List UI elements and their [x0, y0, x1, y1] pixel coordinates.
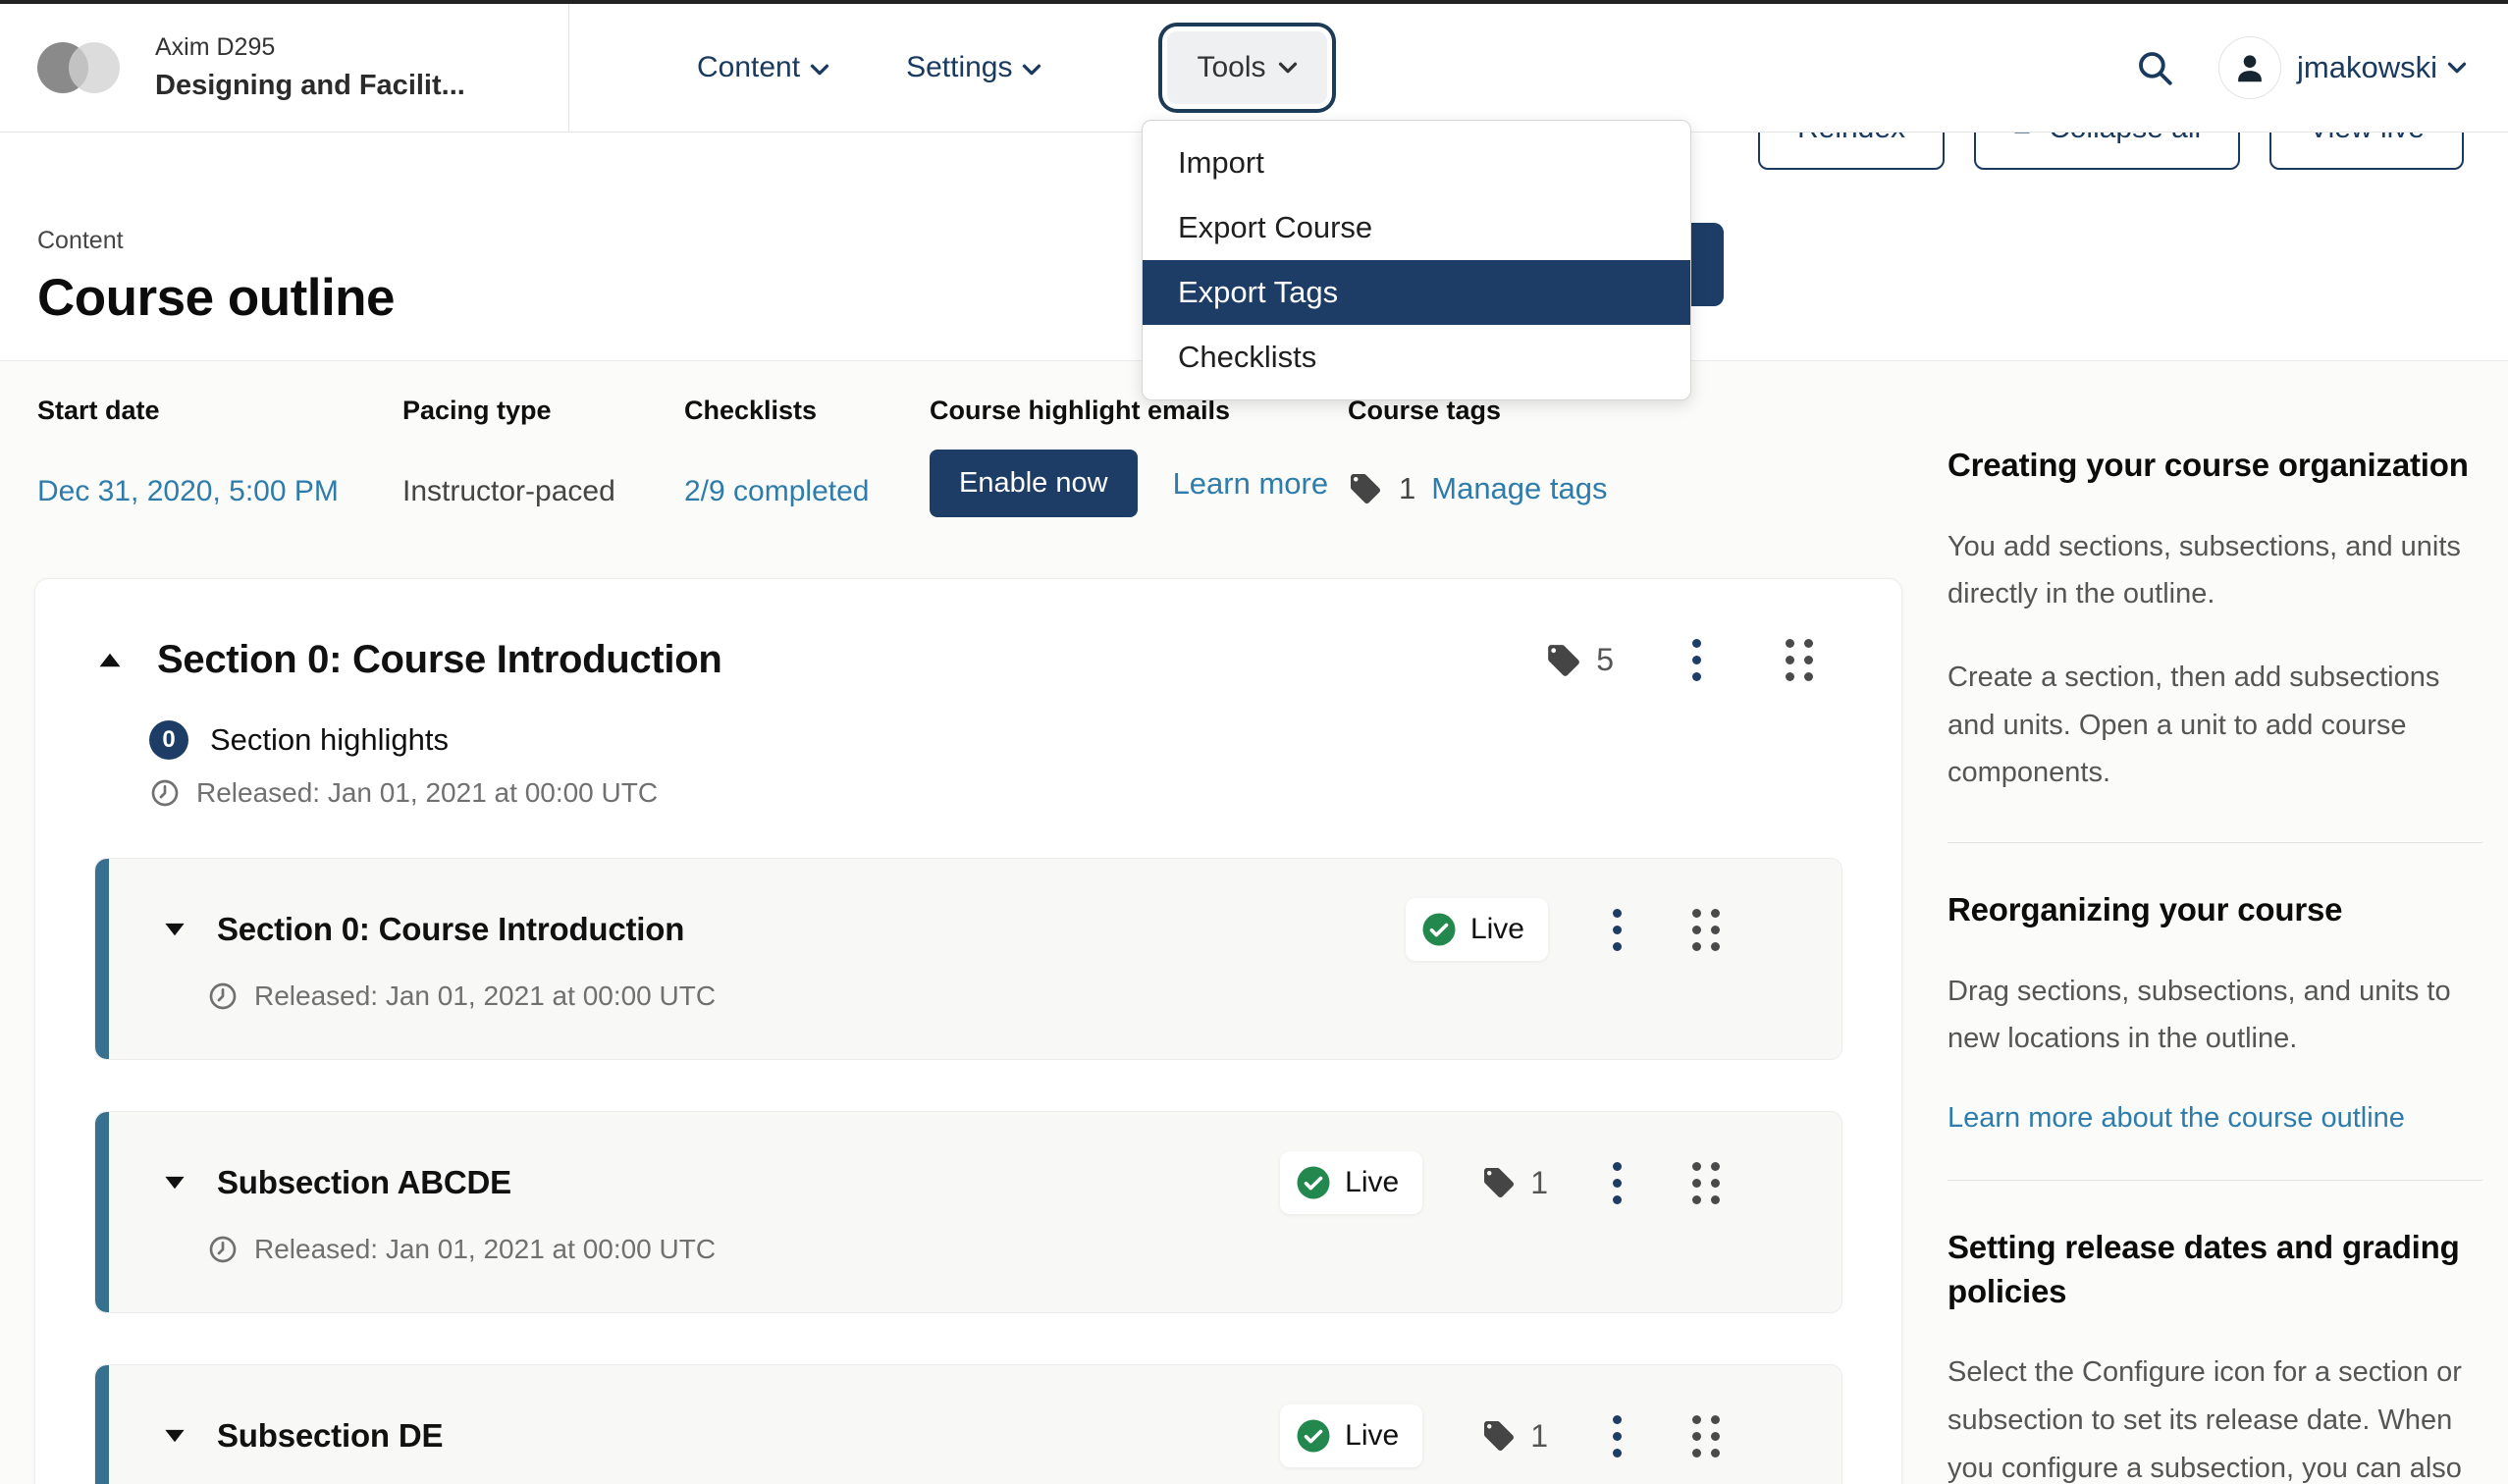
subsection-title: Subsection ABCDE	[217, 1164, 511, 1201]
learn-more-link[interactable]: Learn more	[1173, 466, 1329, 502]
course-outline-card: Section 0: Course Introduction 5 0 Secti…	[34, 578, 1902, 1484]
breadcrumb: Content	[37, 227, 124, 255]
course-tags-count: 1	[1399, 471, 1415, 506]
subsection-card: Section 0: Course Introduction Live Rele…	[94, 858, 1842, 1060]
help-section-organization: Creating your course organization You ad…	[1948, 444, 2482, 797]
subsection-drag-handle[interactable]	[1686, 1409, 1726, 1463]
section-menu-button[interactable]	[1686, 633, 1707, 687]
section-header: Section 0: Course Introduction 5	[94, 633, 1842, 687]
tag-icon	[1481, 1418, 1517, 1454]
subsection-card: Subsection DE Live 1 Released: Jan	[94, 1364, 1842, 1484]
course-name: Designing and Facilit...	[155, 68, 465, 103]
org-logo-icon	[37, 40, 128, 95]
pacing-type-label: Pacing type	[402, 396, 684, 426]
clock-icon	[207, 1234, 239, 1265]
tools-dropdown-menu: Import Export Course Export Tags Checkli…	[1142, 120, 1691, 400]
subsection-title: Section 0: Course Introduction	[217, 911, 684, 948]
checklists-link[interactable]: 2/9 completed	[684, 475, 869, 507]
manage-tags-link[interactable]: Manage tags	[1431, 471, 1607, 506]
help-paragraph: You add sections, subsections, and units…	[1948, 523, 2482, 618]
section-tag-count[interactable]: 5	[1545, 642, 1614, 679]
subsection-menu-button[interactable]	[1607, 1156, 1628, 1210]
subsection-tag-count[interactable]: 1	[1481, 1418, 1548, 1455]
start-date-label: Start date	[37, 396, 402, 426]
menu-item-import[interactable]: Import	[1143, 131, 1690, 195]
caret-down-icon	[164, 1428, 186, 1444]
subsection-card: Subsection ABCDE Live 1 Released: J	[94, 1111, 1842, 1313]
check-circle-icon	[1421, 912, 1457, 947]
pacing-type-value: Instructor-paced	[402, 475, 684, 508]
search-button[interactable]	[2134, 47, 2175, 88]
expand-subsection-button[interactable]	[160, 1424, 189, 1448]
help-heading: Creating your course organization	[1948, 444, 2482, 488]
person-icon	[2231, 49, 2268, 86]
chevron-down-icon	[2447, 61, 2467, 75]
subsection-released: Released: Jan 01, 2021 at 00:00 UTC	[207, 980, 1783, 1012]
caret-down-icon	[164, 922, 186, 937]
help-paragraph: Create a section, then add subsections a…	[1948, 654, 2482, 797]
subsection-drag-handle[interactable]	[1686, 1156, 1726, 1210]
avatar	[2218, 36, 2281, 99]
check-circle-icon	[1296, 1418, 1331, 1454]
help-section-release-dates: Setting release dates and grading polici…	[1948, 1226, 2482, 1484]
section-highlights[interactable]: 0 Section highlights	[149, 720, 1842, 760]
subsection-tag-count[interactable]: 1	[1481, 1165, 1548, 1201]
learn-more-outline-link[interactable]: Learn more about the course outline	[1948, 1102, 2405, 1135]
check-circle-icon	[1296, 1165, 1331, 1200]
status-badge: Live	[1280, 1151, 1422, 1214]
caret-up-icon	[98, 652, 122, 668]
help-paragraph: Drag sections, subsections, and units to…	[1948, 968, 2482, 1063]
divider	[1948, 1180, 2482, 1181]
clock-icon	[149, 777, 181, 809]
divider	[1948, 842, 2482, 843]
window-edge	[0, 0, 2508, 4]
expand-subsection-button[interactable]	[160, 1171, 189, 1194]
collapse-section-button[interactable]	[94, 648, 126, 672]
caret-down-icon	[164, 1175, 186, 1191]
checklists-label: Checklists	[684, 396, 930, 426]
search-icon	[2134, 47, 2175, 88]
menu-item-export-course[interactable]: Export Course	[1143, 195, 1690, 260]
help-sidebar: Creating your course organization You ad…	[1948, 444, 2482, 1484]
org-name: Axim D295	[155, 32, 465, 63]
help-paragraph: Select the Configure icon for a section …	[1948, 1349, 2482, 1484]
subsection-title: Subsection DE	[217, 1417, 443, 1455]
start-date-link[interactable]: Dec 31, 2020, 5:00 PM	[37, 475, 339, 507]
tag-icon	[1545, 642, 1582, 679]
username-label: jmakowski	[2297, 50, 2437, 85]
course-stats: Start date Dec 31, 2020, 5:00 PM Pacing …	[37, 396, 1607, 517]
user-menu[interactable]: jmakowski	[2218, 36, 2467, 99]
help-heading: Reorganizing your course	[1948, 888, 2482, 932]
nav-content[interactable]: Content	[697, 51, 829, 84]
subsection-drag-handle[interactable]	[1686, 903, 1726, 957]
tag-icon	[1348, 471, 1383, 506]
section-drag-handle[interactable]	[1780, 633, 1819, 687]
nav-tools-button[interactable]: Tools	[1167, 31, 1326, 104]
chevron-down-icon	[810, 63, 829, 77]
clock-icon	[207, 980, 239, 1012]
chevron-down-icon	[1022, 63, 1041, 77]
subsection-menu-button[interactable]	[1607, 1409, 1628, 1463]
nav-settings[interactable]: Settings	[906, 51, 1041, 84]
highlights-count-badge: 0	[149, 720, 188, 760]
subsection-menu-button[interactable]	[1607, 903, 1628, 957]
status-badge: Live	[1280, 1404, 1422, 1467]
section-title: Section 0: Course Introduction	[157, 638, 721, 682]
menu-item-checklists[interactable]: Checklists	[1143, 325, 1690, 390]
chevron-down-icon	[1278, 61, 1298, 75]
help-section-reorganizing: Reorganizing your course Drag sections, …	[1948, 888, 2482, 1135]
section-released: Released: Jan 01, 2021 at 00:00 UTC	[149, 777, 1842, 809]
expand-subsection-button[interactable]	[160, 918, 189, 941]
main-nav: Content Settings Tools	[697, 31, 1327, 104]
enable-now-button[interactable]: Enable now	[930, 450, 1138, 517]
tag-icon	[1481, 1165, 1517, 1200]
page-title: Course outline	[37, 268, 395, 328]
top-nav: Axim D295 Designing and Facilit... Conte…	[0, 4, 2508, 132]
help-heading: Setting release dates and grading polici…	[1948, 1226, 2482, 1313]
brand: Axim D295 Designing and Facilit...	[0, 4, 569, 132]
subsection-released: Released: Jan 01, 2021 at 00:00 UTC	[207, 1234, 1783, 1265]
menu-item-export-tags[interactable]: Export Tags	[1143, 260, 1690, 325]
status-badge: Live	[1406, 898, 1548, 961]
